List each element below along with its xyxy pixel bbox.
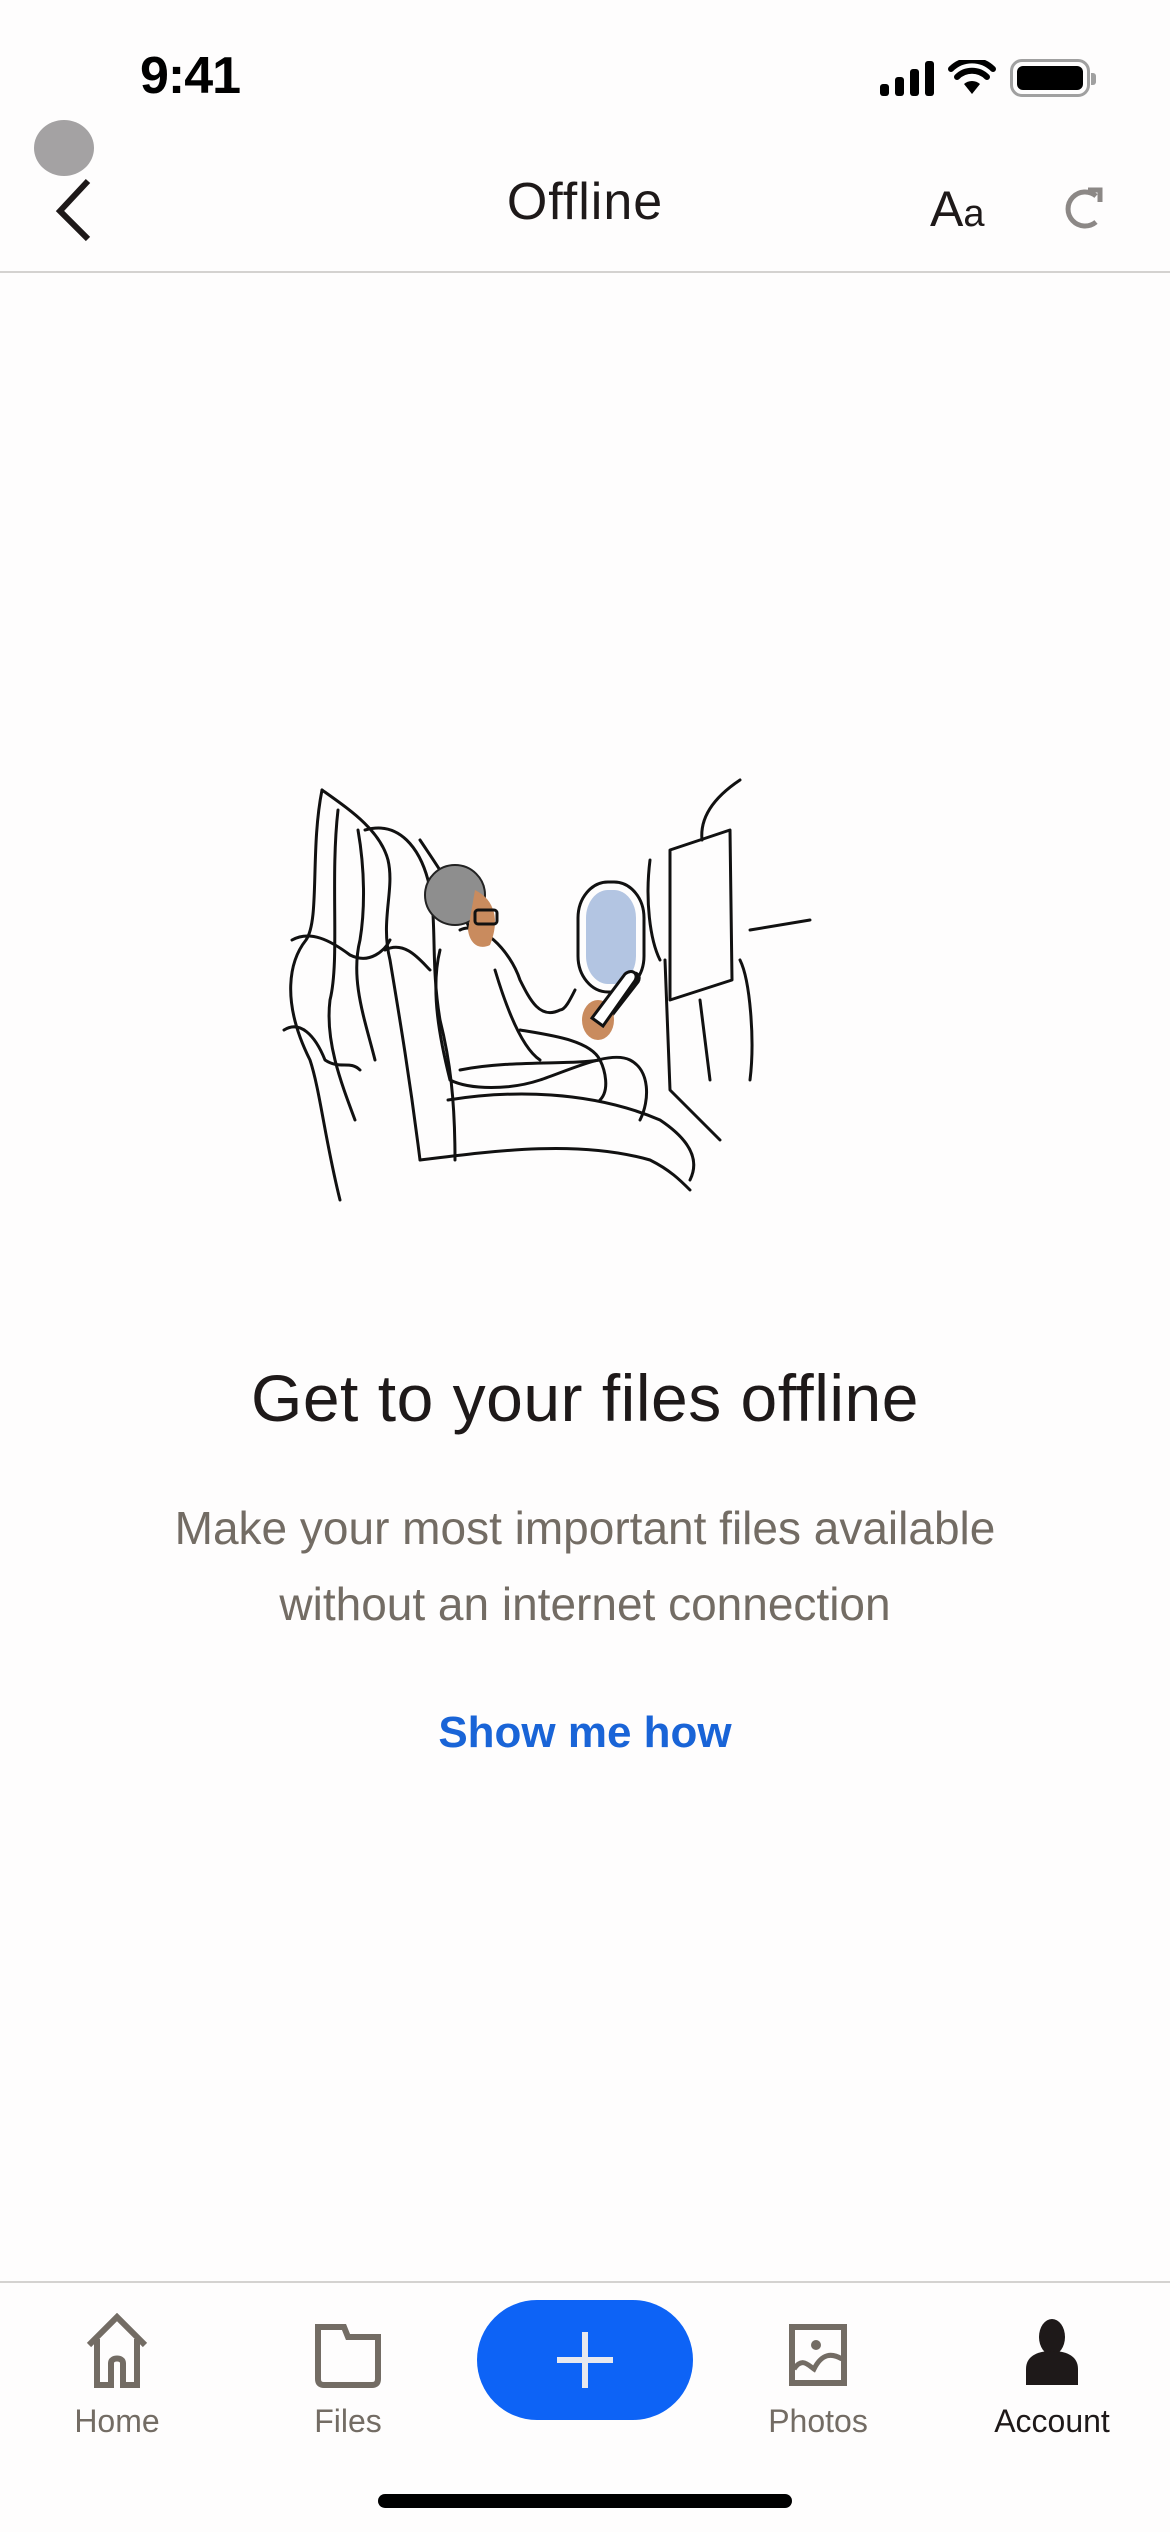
home-icon: [86, 2313, 148, 2388]
nav-header: Offline Aa: [0, 120, 1170, 273]
front-seat: [700, 778, 742, 842]
empty-state-subtext-line: without an internet connection: [279, 1578, 891, 1630]
front-seat: [646, 858, 662, 962]
tab-files[interactable]: Files: [268, 2303, 428, 2443]
window-sky: [586, 890, 636, 984]
status-bar: 9:41: [0, 0, 1170, 120]
empty-state-headline: Get to your files offline: [251, 1361, 919, 1435]
tab-label: Home: [74, 2403, 160, 2439]
refresh-icon: [1065, 187, 1103, 229]
status-icons: [880, 58, 1096, 98]
show-me-how-link[interactable]: Show me how: [0, 1708, 1170, 1758]
person-arm: [493, 968, 542, 1062]
show-me-how-label[interactable]: Show me how: [438, 1708, 731, 1757]
tab-label: Account: [994, 2403, 1110, 2439]
folder-icon: [315, 2324, 381, 2388]
seat-cushion: [418, 1146, 692, 1192]
touch-indicator: [34, 120, 94, 176]
add-button[interactable]: [477, 2300, 693, 2420]
status-time: 9:41: [140, 47, 241, 105]
tab-home[interactable]: Home: [37, 2303, 197, 2443]
text-size-icon-small: a: [963, 193, 985, 235]
refresh-button[interactable]: [1058, 182, 1112, 236]
cellular-signal-icon: [880, 60, 934, 96]
airplane-illustration: [282, 778, 812, 1202]
tab-label: Files: [314, 2403, 382, 2439]
front-seat: [668, 828, 734, 1002]
person-icon: [1026, 2319, 1078, 2385]
tab-account[interactable]: Account: [972, 2303, 1132, 2443]
seat-cushion: [446, 1092, 696, 1182]
seat-outline: [327, 808, 357, 1122]
home-indicator[interactable]: [378, 2494, 792, 2508]
person-body: [518, 1028, 608, 1102]
plus-icon: [557, 2332, 613, 2388]
text-size-button[interactable]: Aa: [930, 180, 1000, 240]
battery-icon: [1010, 59, 1096, 97]
text-size-icon-large: A: [930, 181, 964, 237]
empty-state-subtext: Make your most important files available…: [0, 1490, 1170, 1642]
seat-outline: [355, 828, 377, 1062]
seat-outline: [282, 1025, 362, 1072]
tab-photos[interactable]: Photos: [738, 2303, 898, 2443]
front-seat: [748, 918, 812, 932]
front-seat: [698, 998, 712, 1082]
tab-label: Photos: [768, 2403, 868, 2439]
wifi-icon: [948, 60, 996, 94]
photo-icon: [789, 2324, 847, 2386]
front-seat: [738, 958, 754, 1082]
empty-state-subtext-line: Make your most important files available: [174, 1502, 996, 1554]
